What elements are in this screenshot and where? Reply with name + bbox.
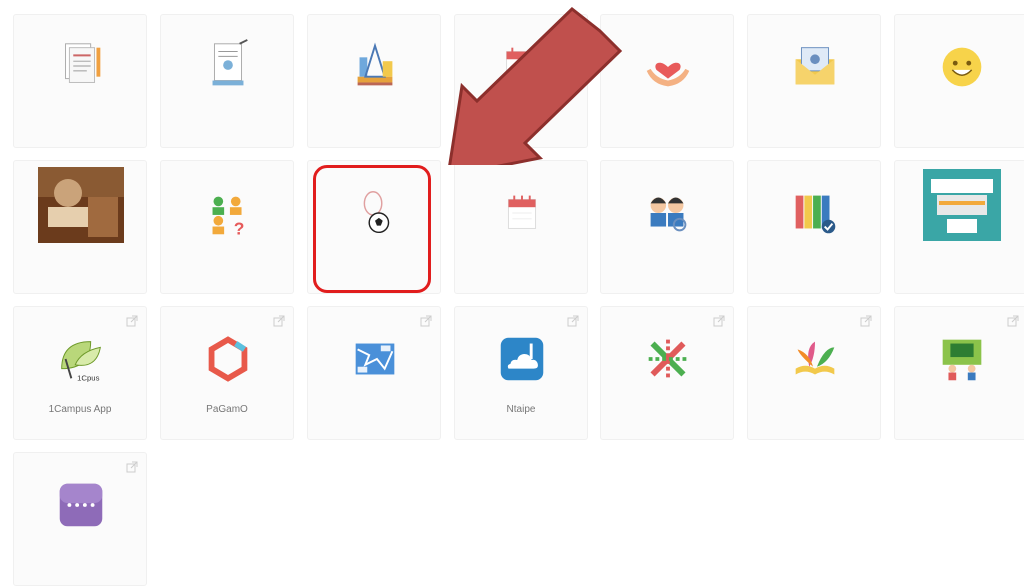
app-tile[interactable] — [747, 14, 881, 148]
external-link-icon — [1007, 315, 1019, 327]
map-icon — [345, 329, 405, 389]
app-tile[interactable]: 1Cpus 1Campus App — [13, 306, 147, 440]
classroom-icon — [932, 329, 992, 389]
app-label: 1Campus App — [48, 404, 112, 415]
cloud-icon — [492, 329, 552, 389]
calendar-icon — [492, 183, 552, 243]
app-label: PaGamO — [206, 404, 248, 415]
app-tile[interactable]: ? — [160, 160, 294, 294]
app-tile[interactable]: Ntaipe — [454, 306, 588, 440]
app-tile[interactable] — [894, 306, 1024, 440]
app-tile[interactable] — [307, 14, 441, 148]
app-tile[interactable] — [600, 160, 734, 294]
leaf-icon: 1Cpus — [51, 329, 111, 389]
svg-text:?: ? — [234, 218, 245, 238]
svg-text:1Cpus: 1Cpus — [77, 373, 99, 382]
app-tile[interactable] — [13, 452, 147, 586]
app-tile[interactable] — [454, 160, 588, 294]
book-leaves-icon — [785, 329, 845, 389]
photo-thumbnail-icon — [38, 167, 124, 243]
external-link-icon — [273, 315, 285, 327]
app-tile[interactable] — [894, 160, 1024, 294]
certificate-icon — [198, 37, 258, 97]
family-icon — [638, 183, 698, 243]
app-tile[interactable] — [160, 14, 294, 148]
external-link-icon — [713, 315, 725, 327]
printer-icon — [919, 167, 1005, 243]
heart-hands-icon — [638, 37, 698, 97]
hexagon-icon — [198, 329, 258, 389]
binders-check-icon — [785, 183, 845, 243]
app-tile[interactable]: PaGamO — [160, 306, 294, 440]
external-link-icon — [860, 315, 872, 327]
app-tile[interactable] — [13, 160, 147, 294]
drafting-tools-icon — [345, 37, 405, 97]
star-grid-icon — [638, 329, 698, 389]
app-tile[interactable] — [747, 160, 881, 294]
external-link-icon — [126, 461, 138, 473]
external-link-icon — [126, 315, 138, 327]
document-pen-icon — [51, 37, 111, 97]
external-link-icon — [567, 315, 579, 327]
annotation-arrow — [448, 7, 623, 165]
people-question-icon: ? — [198, 183, 258, 243]
app-tile[interactable] — [307, 306, 441, 440]
app-tile[interactable] — [747, 306, 881, 440]
app-dots-icon — [51, 475, 111, 535]
external-link-icon — [420, 315, 432, 327]
app-label: Ntaipe — [506, 404, 536, 415]
app-tile[interactable] — [894, 14, 1024, 148]
app-tile[interactable] — [13, 14, 147, 148]
app-tile[interactable] — [600, 306, 734, 440]
smiley-face-icon — [932, 37, 992, 97]
email-envelope-icon — [785, 37, 845, 97]
highlight-box — [313, 165, 431, 293]
